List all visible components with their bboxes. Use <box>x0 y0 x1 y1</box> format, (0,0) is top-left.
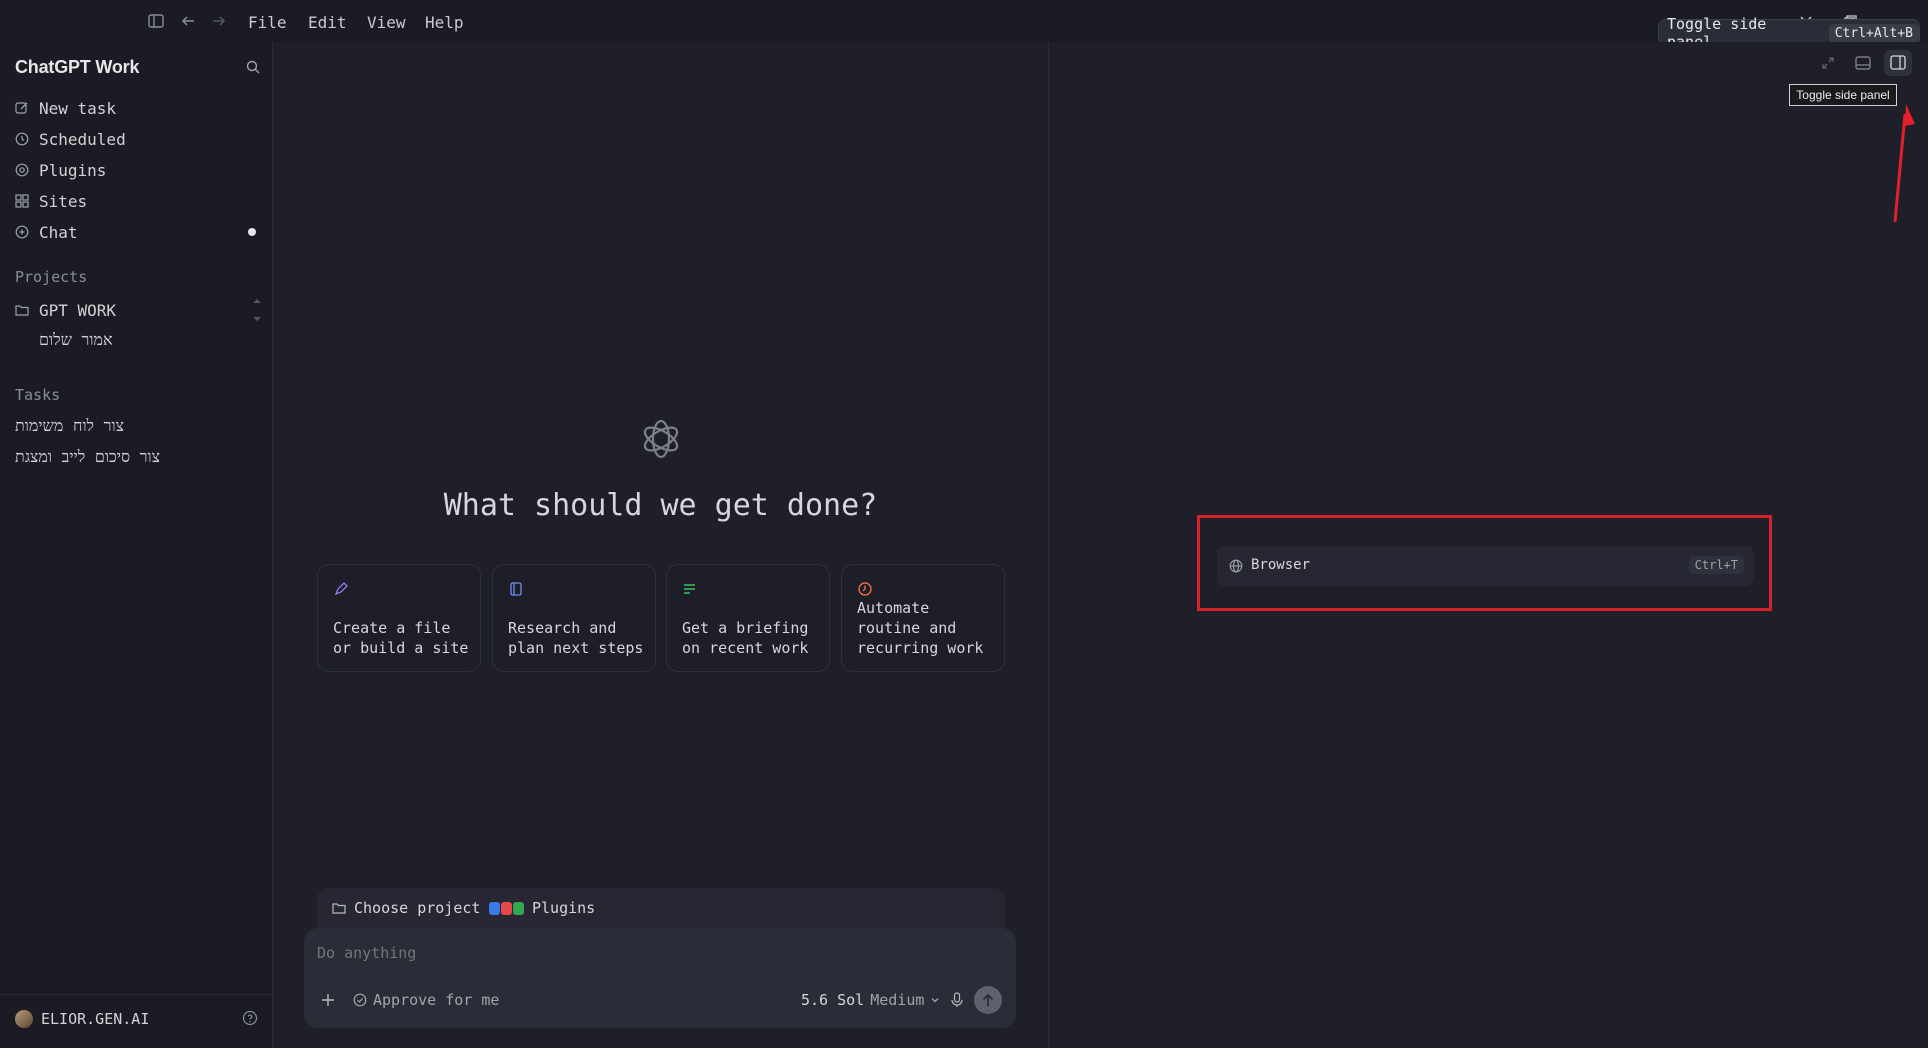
expand-icon[interactable] <box>1821 56 1835 70</box>
toggle-side-panel-button[interactable] <box>1884 50 1912 76</box>
suggestion-card-automate[interactable]: Automate routine and recurring work <box>841 564 1005 672</box>
nav-chat[interactable]: Chat <box>15 220 78 244</box>
pen-icon <box>333 581 349 597</box>
nav-label: Plugins <box>39 160 107 180</box>
clock-icon <box>15 132 29 146</box>
annotation-arrow <box>1893 104 1915 223</box>
tasks-label: Tasks <box>15 386 61 404</box>
nav-label: Scheduled <box>39 129 126 149</box>
menu-edit[interactable]: Edit <box>308 13 347 32</box>
composer: Approve for me 5.6 Sol Medium <box>304 928 1016 1028</box>
nav-scheduled[interactable]: Scheduled <box>15 127 126 151</box>
task-item[interactable]: צור סיכום לייב ומצגת <box>15 447 160 467</box>
side-panel: Toggle side panel Browser Ctrl+T <box>1049 42 1928 1048</box>
globe-icon <box>1229 559 1243 573</box>
project-gpt-work[interactable]: GPT WORK <box>15 298 116 322</box>
side-panel-icon <box>1890 55 1906 70</box>
browser-option[interactable]: Browser Ctrl+T <box>1217 546 1754 586</box>
list-icon <box>682 581 698 597</box>
projects-label: Projects <box>15 268 88 286</box>
plugins-label: Plugins <box>532 899 596 917</box>
chevron-down-icon <box>930 995 940 1005</box>
approve-label: Approve for me <box>373 991 500 1009</box>
prompt-input[interactable] <box>315 941 979 965</box>
forward-arrow-icon[interactable] <box>210 12 228 30</box>
task-item[interactable]: צור לוח משימות <box>15 416 124 436</box>
project-name: GPT WORK <box>39 300 117 320</box>
shield-icon <box>353 993 367 1007</box>
app-title: ChatGPT Work <box>15 57 140 77</box>
choose-project-label: Choose project <box>354 899 481 917</box>
browser-label: Browser <box>1251 557 1311 573</box>
sidebar-toggle-icon[interactable] <box>147 12 165 30</box>
model-label: 5.6 Sol <box>801 991 865 1009</box>
help-icon[interactable] <box>242 1010 258 1026</box>
main-panel: What should we get done? Create a file o… <box>273 42 1049 1048</box>
suggestion-card-research[interactable]: Research and plan next steps <box>492 564 656 672</box>
folder-icon <box>15 303 29 317</box>
side-panel-tooltip: Toggle side panel <box>1789 84 1897 106</box>
nav-label: Sites <box>39 191 88 211</box>
menu-file[interactable]: File <box>248 13 287 32</box>
nav-label: Chat <box>39 222 78 242</box>
tooltip-shortcut: Ctrl+Alt+B <box>1828 23 1919 43</box>
suggestion-card-create[interactable]: Create a file or build a site <box>317 564 481 672</box>
clock-icon <box>857 581 873 597</box>
sidebar-divider <box>0 994 272 995</box>
user-name: ELIOR.GEN.AI <box>41 1010 150 1028</box>
composer-toolbar: Choose project Plugins <box>317 888 1005 928</box>
tooltip-text: Toggle side panel <box>1796 88 1890 102</box>
sidebar: ChatGPT Work New task Scheduled Plugins … <box>0 42 273 1048</box>
card-text: Get a briefing on recent work <box>682 619 809 657</box>
effort-label: Medium <box>870 991 925 1009</box>
book-icon <box>508 581 524 597</box>
nav-new-task[interactable]: New task <box>15 96 116 120</box>
search-icon[interactable] <box>245 59 261 75</box>
choose-project-button[interactable]: Choose project <box>332 899 480 917</box>
plugin-icon <box>15 163 29 177</box>
back-arrow-icon[interactable] <box>179 12 197 30</box>
add-attachment-icon[interactable] <box>321 993 335 1007</box>
title-bar: File Edit View Help Toggle side panel Ct… <box>0 0 1928 51</box>
plugins-button[interactable]: Plugins <box>489 899 595 917</box>
nav-plugins[interactable]: Plugins <box>15 158 106 182</box>
card-text: Create a file or build a site <box>333 619 469 657</box>
arrow-up-icon <box>982 993 994 1006</box>
unread-dot <box>248 228 256 236</box>
folder-icon <box>332 901 346 915</box>
card-text: Automate routine and recurring work <box>857 599 984 657</box>
browser-shortcut: Ctrl+T <box>1688 556 1744 574</box>
approve-for-me-button[interactable]: Approve for me <box>353 991 499 1009</box>
microphone-icon[interactable] <box>950 992 964 1008</box>
main-heading: What should we get done? <box>443 488 878 523</box>
grid-icon <box>15 194 29 208</box>
send-button[interactable] <box>974 986 1002 1014</box>
menu-help[interactable]: Help <box>425 13 464 32</box>
card-text: Research and plan next steps <box>508 619 644 657</box>
project-subitem[interactable]: אמור שלום <box>39 330 113 350</box>
nav-sites[interactable]: Sites <box>15 189 87 213</box>
suggestion-card-briefing[interactable]: Get a briefing on recent work <box>666 564 830 672</box>
plugin-app-icons <box>489 901 524 915</box>
openai-logo-icon <box>637 415 685 463</box>
menu-view[interactable]: View <box>367 13 406 32</box>
edit-icon <box>15 101 29 115</box>
model-selector[interactable]: 5.6 Sol Medium <box>801 991 940 1009</box>
chat-icon <box>15 225 29 239</box>
user-profile[interactable]: ELIOR.GEN.AI <box>15 1010 149 1028</box>
avatar <box>15 1010 33 1028</box>
scroll-arrows-icon[interactable] <box>252 295 262 325</box>
nav-label: New task <box>39 98 117 118</box>
bottom-panel-icon[interactable] <box>1855 56 1871 70</box>
